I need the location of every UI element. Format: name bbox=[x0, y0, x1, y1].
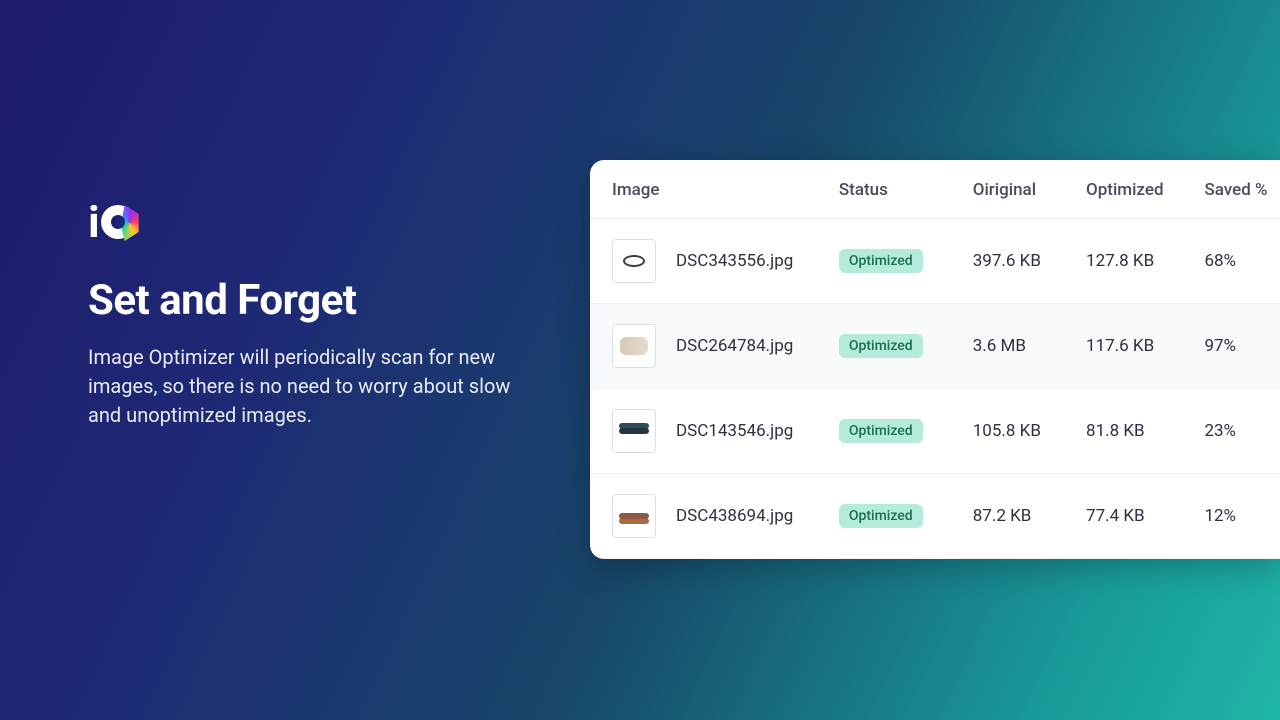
filename: DSC343556.jpg bbox=[676, 251, 793, 271]
original-size: 87.2 KB bbox=[961, 474, 1074, 559]
table-row: DSC438694.jpg Optimized 87.2 KB 77.4 KB … bbox=[590, 474, 1280, 559]
logo-text: i bbox=[88, 196, 135, 248]
saved-percent: 12% bbox=[1192, 474, 1280, 559]
status-badge: Optimized bbox=[839, 249, 923, 273]
optimized-size: 117.6 KB bbox=[1074, 304, 1192, 389]
header-image: Image bbox=[590, 160, 827, 219]
status-badge: Optimized bbox=[839, 504, 923, 528]
saved-percent: 23% bbox=[1192, 389, 1280, 474]
filename: DSC264784.jpg bbox=[676, 336, 793, 356]
hero-panel: i Set and Forget Image Optimizer will pe… bbox=[88, 196, 518, 430]
header-status: Status bbox=[827, 160, 961, 219]
header-original: Oiriginal bbox=[961, 160, 1074, 219]
filename: DSC143546.jpg bbox=[676, 421, 793, 441]
filename: DSC438694.jpg bbox=[676, 506, 793, 526]
original-size: 397.6 KB bbox=[961, 219, 1074, 304]
results-table: Image Status Oiriginal Optimized Saved %… bbox=[590, 160, 1280, 559]
table-header-row: Image Status Oiriginal Optimized Saved % bbox=[590, 160, 1280, 219]
original-size: 105.8 KB bbox=[961, 389, 1074, 474]
thumbnail-icon bbox=[612, 409, 656, 453]
optimized-size: 77.4 KB bbox=[1074, 474, 1192, 559]
results-card: Image Status Oiriginal Optimized Saved %… bbox=[590, 160, 1280, 559]
hero-headline: Set and Forget bbox=[88, 276, 518, 325]
original-size: 3.6 MB bbox=[961, 304, 1074, 389]
app-logo: i bbox=[88, 196, 518, 248]
saved-percent: 68% bbox=[1192, 219, 1280, 304]
saved-percent: 97% bbox=[1192, 304, 1280, 389]
image-cell: DSC143546.jpg bbox=[612, 409, 815, 453]
table-row: DSC143546.jpg Optimized 105.8 KB 81.8 KB… bbox=[590, 389, 1280, 474]
table-row: DSC264784.jpg Optimized 3.6 MB 117.6 KB … bbox=[590, 304, 1280, 389]
header-saved: Saved % bbox=[1192, 160, 1280, 219]
hero-description: Image Optimizer will periodically scan f… bbox=[88, 343, 518, 430]
optimized-size: 127.8 KB bbox=[1074, 219, 1192, 304]
image-cell: DSC343556.jpg bbox=[612, 239, 815, 283]
thumbnail-icon bbox=[612, 324, 656, 368]
image-cell: DSC264784.jpg bbox=[612, 324, 815, 368]
status-badge: Optimized bbox=[839, 334, 923, 358]
image-cell: DSC438694.jpg bbox=[612, 494, 815, 538]
header-optimized: Optimized bbox=[1074, 160, 1192, 219]
logo-o-icon bbox=[101, 205, 135, 239]
optimized-size: 81.8 KB bbox=[1074, 389, 1192, 474]
thumbnail-icon bbox=[612, 239, 656, 283]
thumbnail-icon bbox=[612, 494, 656, 538]
status-badge: Optimized bbox=[839, 419, 923, 443]
table-row: DSC343556.jpg Optimized 397.6 KB 127.8 K… bbox=[590, 219, 1280, 304]
